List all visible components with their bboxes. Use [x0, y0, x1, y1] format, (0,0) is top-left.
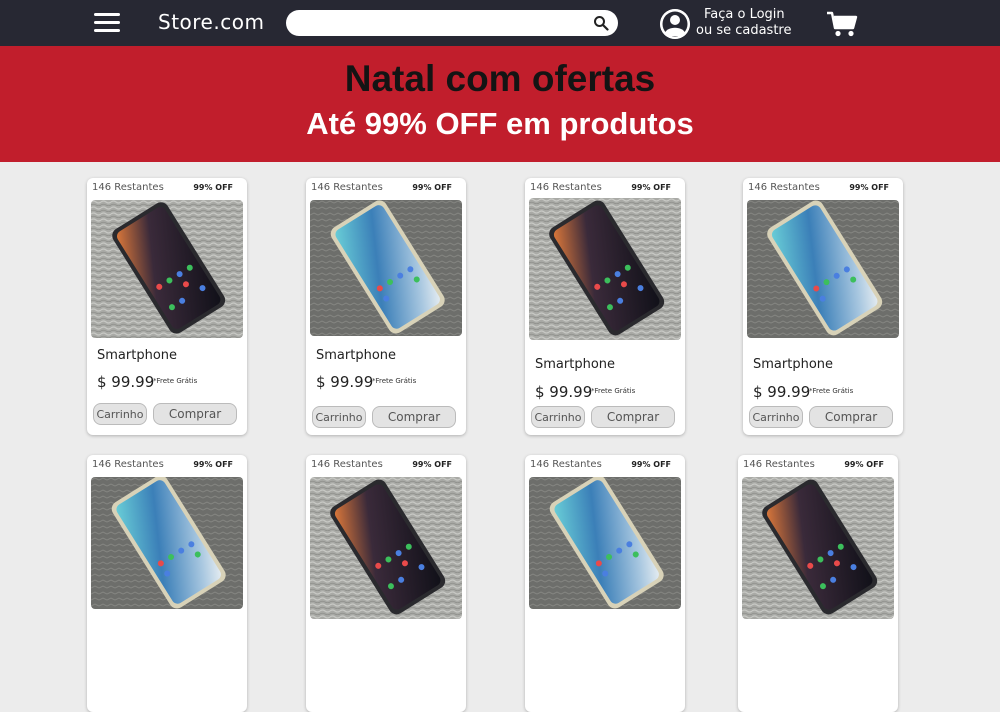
product-card[interactable]: 146 Restantes 99% OFF [738, 455, 898, 712]
product-price: $ 99.99 [753, 383, 811, 401]
product-name[interactable]: Smartphone [753, 357, 833, 372]
free-shipping-note: *Frete Grátis [153, 377, 198, 385]
stock-count: 146 Restantes [530, 182, 602, 193]
stock-count: 146 Restantes [92, 182, 164, 193]
login-line-1: Faça o Login [704, 7, 785, 22]
promo-banner[interactable]: Natal com ofertas Até 99% OFF em produto… [0, 46, 1000, 162]
product-card[interactable]: 146 Restantes 99% OFF [525, 455, 685, 712]
add-to-cart-button[interactable]: Carrinho [312, 406, 366, 428]
search-bar [286, 10, 618, 36]
add-to-cart-button[interactable]: Carrinho [749, 406, 803, 428]
discount-badge: 99% OFF [193, 183, 233, 192]
product-price: $ 99.99 [535, 383, 593, 401]
discount-badge: 99% OFF [849, 183, 889, 192]
product-image[interactable] [529, 477, 681, 609]
stock-count: 146 Restantes [748, 182, 820, 193]
free-shipping-note: *Frete Grátis [591, 387, 636, 395]
product-card[interactable]: 146 Restantes 99% OFF Smartphone $ 99.99… [306, 178, 466, 435]
stock-count: 146 Restantes [530, 459, 602, 470]
buy-button[interactable]: Comprar [591, 406, 675, 428]
top-navbar: Store.com Faça o Login ou se cadastre [0, 0, 1000, 46]
login-link[interactable]: Faça o Login ou se cadastre [696, 7, 792, 39]
product-image[interactable] [91, 200, 243, 338]
free-shipping-note: *Frete Grátis [372, 377, 417, 385]
add-to-cart-button[interactable]: Carrinho [531, 406, 585, 428]
product-name[interactable]: Smartphone [535, 357, 615, 372]
product-price: $ 99.99 [316, 373, 374, 391]
stock-count: 146 Restantes [311, 182, 383, 193]
banner-subtitle: Até 99% OFF em produtos [306, 106, 694, 141]
buy-button[interactable]: Comprar [809, 406, 893, 428]
banner-title: Natal com ofertas [344, 58, 656, 99]
product-card[interactable]: 146 Restantes 99% OFF Smartphone $ 99.99… [525, 178, 685, 435]
search-input[interactable] [300, 13, 584, 35]
hamburger-menu-icon[interactable] [94, 13, 120, 33]
shopping-cart-icon[interactable] [826, 10, 858, 38]
search-icon[interactable] [593, 15, 609, 31]
free-shipping-note: *Frete Grátis [809, 387, 854, 395]
discount-badge: 99% OFF [844, 460, 884, 469]
login-line-2: ou se cadastre [696, 23, 792, 38]
product-price: $ 99.99 [97, 373, 155, 391]
product-name[interactable]: Smartphone [97, 348, 177, 363]
brand-logo[interactable]: Store.com [158, 10, 264, 34]
stock-count: 146 Restantes [743, 459, 815, 470]
stock-count: 146 Restantes [311, 459, 383, 470]
product-image[interactable] [310, 477, 462, 619]
product-card[interactable]: 146 Restantes 99% OFF Smartphone $ 99.99… [743, 178, 903, 435]
user-account-icon[interactable] [660, 9, 690, 39]
stock-count: 146 Restantes [92, 459, 164, 470]
product-image[interactable] [742, 477, 894, 619]
discount-badge: 99% OFF [631, 183, 671, 192]
product-name[interactable]: Smartphone [316, 348, 396, 363]
discount-badge: 99% OFF [193, 460, 233, 469]
product-image[interactable] [747, 200, 899, 338]
product-card[interactable]: 146 Restantes 99% OFF [306, 455, 466, 712]
product-card[interactable]: 146 Restantes 99% OFF [87, 455, 247, 712]
product-card[interactable]: 146 Restantes 99% OFF Smartphone $ 99.99… [87, 178, 247, 435]
discount-badge: 99% OFF [412, 183, 452, 192]
buy-button[interactable]: Comprar [372, 406, 456, 428]
product-image[interactable] [310, 200, 462, 336]
add-to-cart-button[interactable]: Carrinho [93, 403, 147, 425]
discount-badge: 99% OFF [631, 460, 671, 469]
buy-button[interactable]: Comprar [153, 403, 237, 425]
product-image[interactable] [529, 198, 681, 340]
product-image[interactable] [91, 477, 243, 609]
discount-badge: 99% OFF [412, 460, 452, 469]
